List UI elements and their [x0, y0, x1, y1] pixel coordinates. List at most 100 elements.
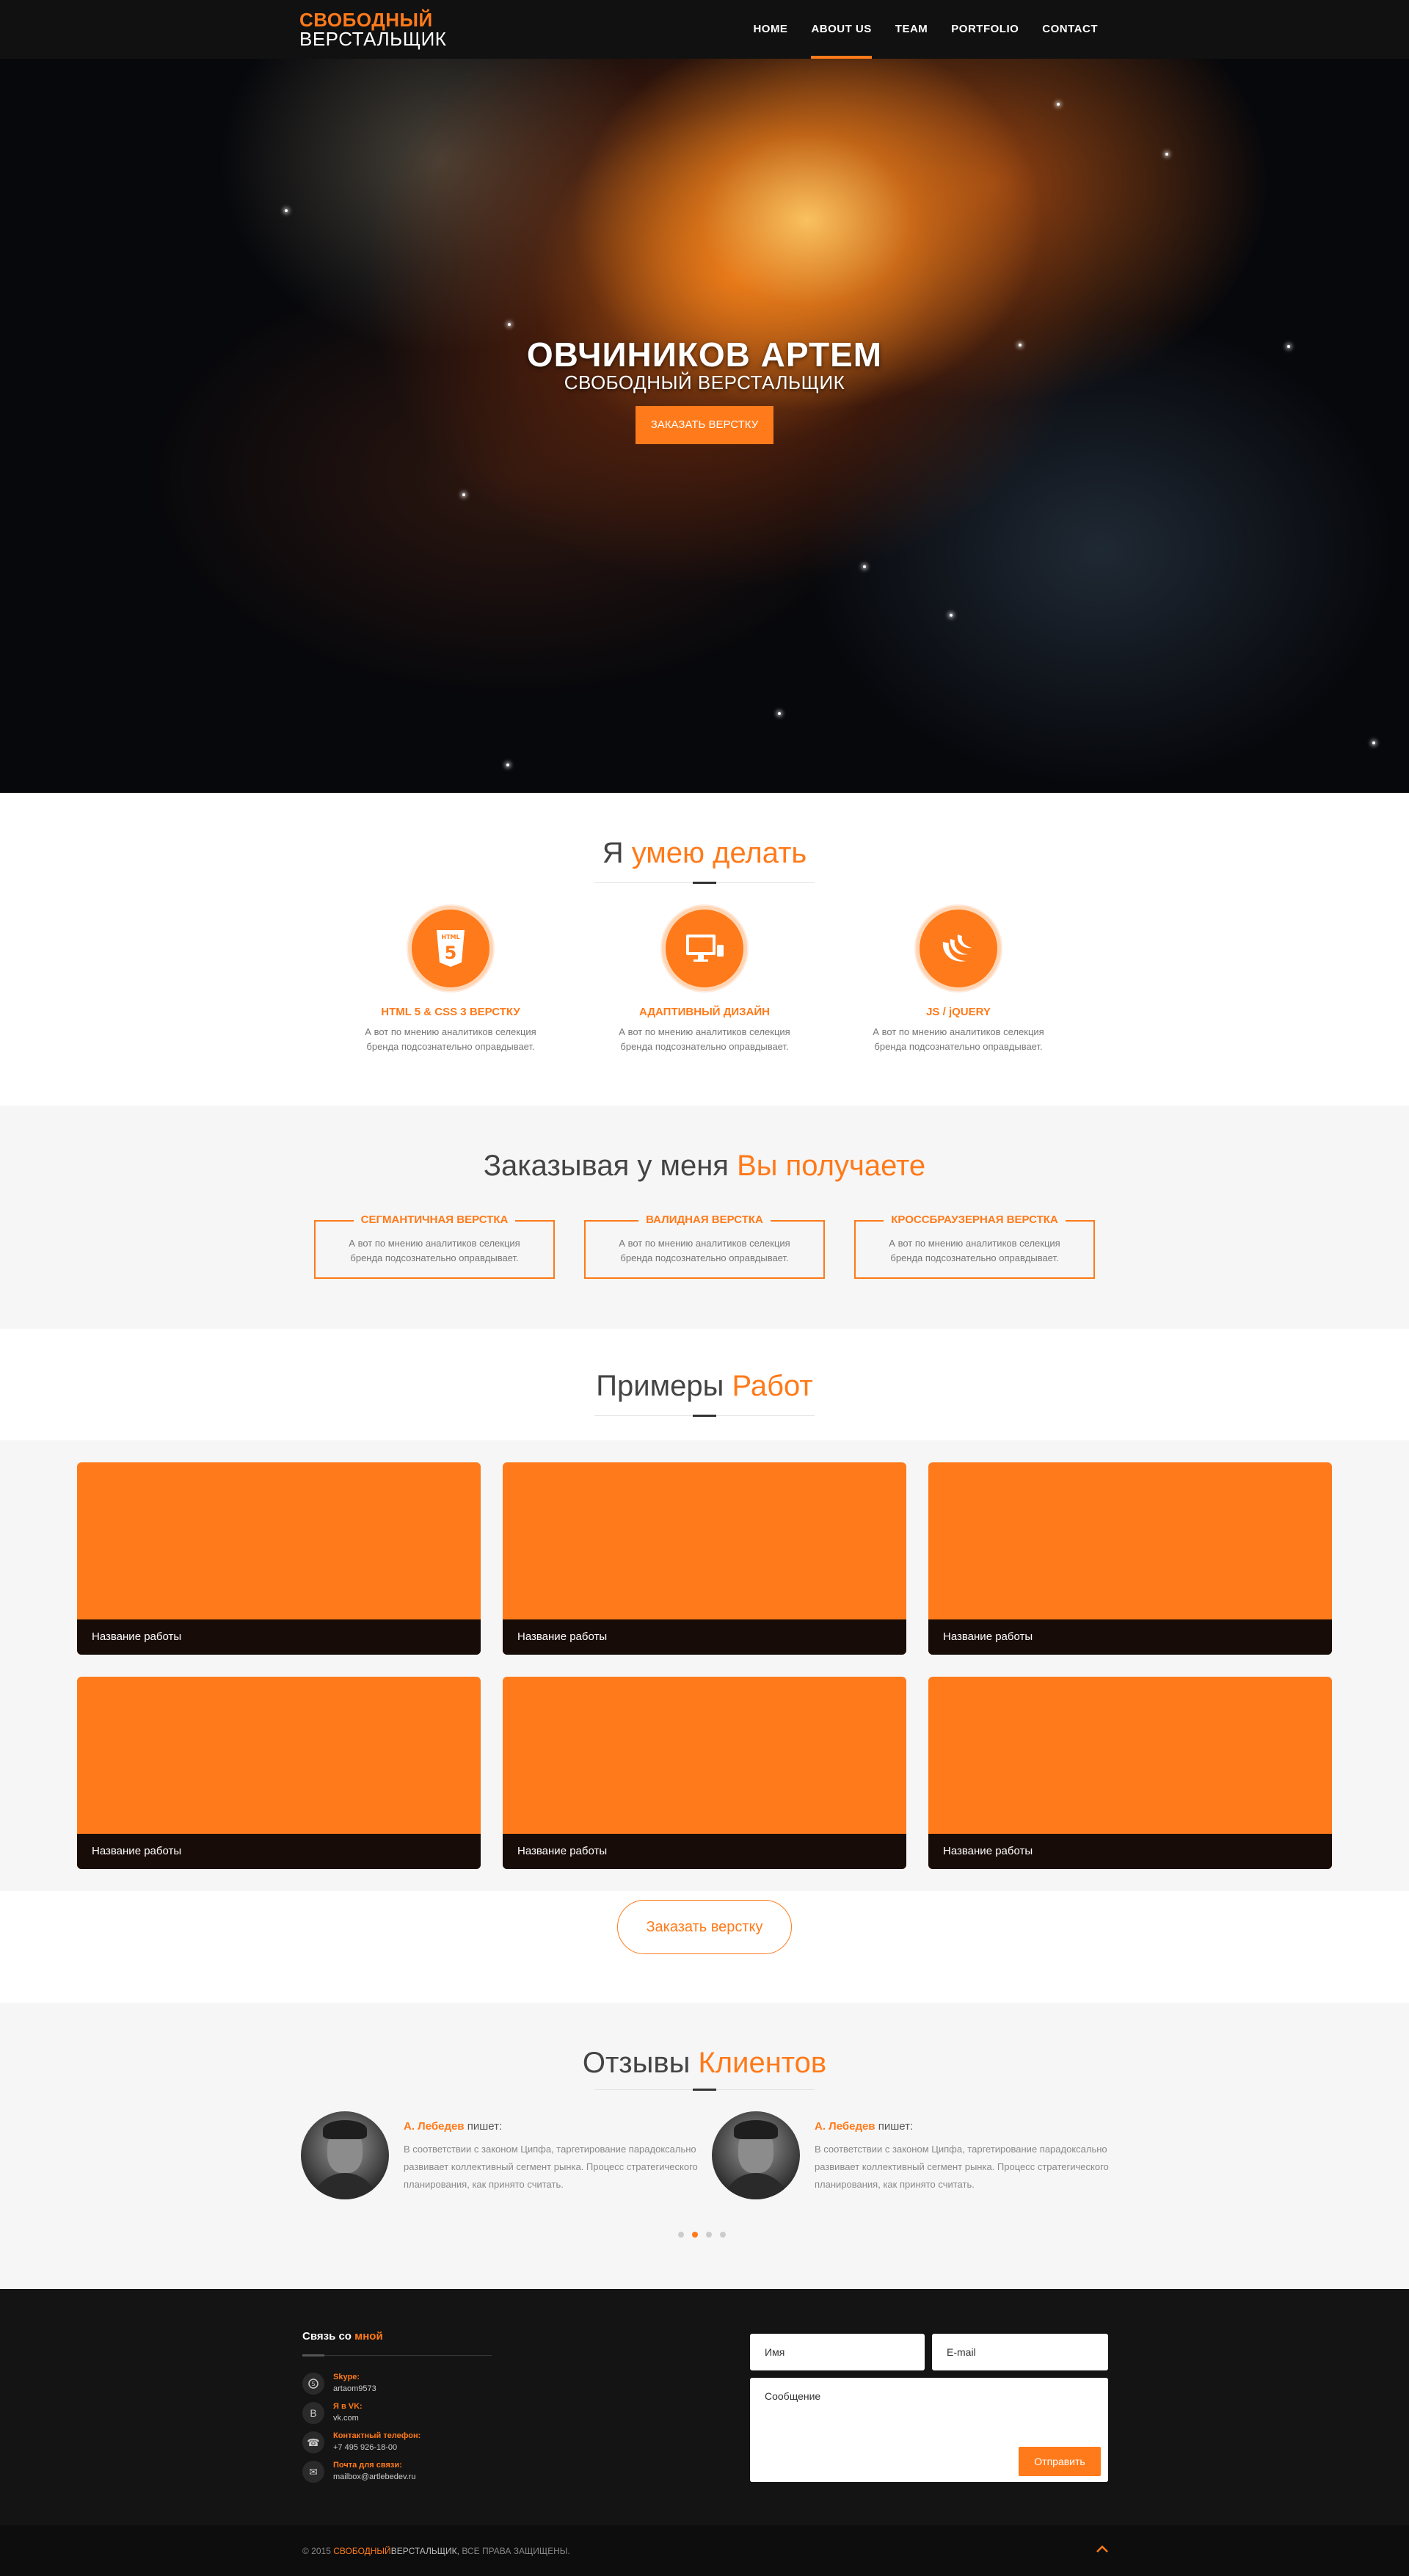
- order-layout-outline-button[interactable]: Заказать верстку: [617, 1900, 792, 1954]
- contact-label: Я в VK:: [333, 2402, 363, 2411]
- review-author-suffix: пишет:: [878, 2120, 914, 2133]
- monitor-icon: [662, 906, 747, 991]
- carousel-dot[interactable]: [720, 2232, 726, 2238]
- contact-value[interactable]: vk.com: [333, 2414, 359, 2423]
- skill-text: А вот по мнению аналитиков селекция брен…: [873, 1026, 1044, 1052]
- nav-item-team[interactable]: TEAM: [884, 0, 940, 59]
- star: [950, 614, 953, 617]
- portfolio-title-plain: Примеры: [596, 1370, 724, 1402]
- testimonials-title-accent: Клиентов: [698, 2047, 827, 2079]
- skill-title: АДАПТИВНЫЙ ДИЗАЙН: [638, 1006, 771, 1018]
- avatar-hair: [323, 2120, 367, 2139]
- review-author-name[interactable]: А. Лебедев: [404, 2120, 465, 2133]
- portfolio-card-title: Название работы: [503, 1619, 906, 1655]
- benefit-box: КРОССБРАУЗЕРНАЯ ВЕРСТКА А вот по мнению …: [854, 1213, 1095, 1279]
- main-nav: HOME ABOUT US TEAM PORTFOLIO CONTACT: [741, 0, 1110, 59]
- skill-title: JS / jQUERY: [926, 1006, 991, 1018]
- copyright-brand: СВОБОДНЫЙ: [333, 2546, 391, 2556]
- html5-icon: HTML 5: [408, 906, 493, 991]
- copyright-brand-rest: ВЕРСТАЛЬЩИК,: [390, 2546, 459, 2556]
- logo[interactable]: СВОБОДНЫЙ ВЕРСТАЛЬЩИК: [299, 10, 446, 48]
- testimonial-card: А. Лебедев пишет: В соответствии с закон…: [712, 2111, 1123, 2207]
- contact-label: Skype:: [333, 2373, 360, 2381]
- review-author-suffix: пишет:: [467, 2120, 503, 2133]
- carousel-dots: [678, 2232, 726, 2238]
- review-author: А. Лебедев пишет:: [404, 2120, 502, 2133]
- testimonials-title: Отзывы Клиентов: [0, 2047, 1409, 2080]
- skills-section: Я умею делать HTML 5 HTML 5 & CSS 3 ВЕРС…: [0, 793, 1409, 1106]
- hero-subtitle: СВОБОДНЫЙ ВЕРСТАЛЬЩИК: [564, 371, 845, 393]
- portfolio-title: Примеры Работ: [0, 1370, 1409, 1403]
- nav-item-contact[interactable]: CONTACT: [1030, 0, 1110, 59]
- avatar-body: [722, 2173, 790, 2199]
- star: [506, 763, 509, 766]
- avatar-hair: [734, 2120, 778, 2139]
- skills-title-plain: Я: [602, 837, 624, 869]
- benefit-text: А вот по мнению аналитиков селекция брен…: [349, 1238, 520, 1263]
- nav-item-portfolio[interactable]: PORTFOLIO: [939, 0, 1030, 59]
- portfolio-card[interactable]: Название работы: [503, 1462, 906, 1655]
- vk-icon[interactable]: B: [302, 2402, 324, 2424]
- benefits-title: Заказывая у меня Вы получаете: [0, 1150, 1409, 1183]
- phone-icon[interactable]: ☎: [302, 2431, 324, 2453]
- name-input[interactable]: Имя: [750, 2334, 925, 2370]
- benefits-title-accent: Вы получаете: [737, 1150, 926, 1182]
- portfolio-card[interactable]: Название работы: [503, 1677, 906, 1869]
- benefit-title: ВАЛИДНАЯ ВЕРСТКА: [638, 1213, 771, 1226]
- benefits-section: Заказывая у меня Вы получаете СЕГМАНТИЧН…: [0, 1106, 1409, 1329]
- star: [1165, 153, 1168, 156]
- email-input[interactable]: E-mail: [932, 2334, 1108, 2370]
- contact-label: Контактный телефон:: [333, 2431, 421, 2440]
- chevron-up-icon[interactable]: [1093, 2540, 1111, 2558]
- avatar-body: [311, 2173, 379, 2199]
- benefit-title-wrap: КРОССБРАУЗЕРНАЯ ВЕРСТКА: [856, 1213, 1093, 1227]
- svg-text:5: 5: [445, 943, 457, 963]
- hero-title: ОВЧИНИКОВ АРТЕМ: [526, 335, 883, 374]
- title-divider: [594, 882, 815, 884]
- title-divider: [594, 2089, 815, 2091]
- portfolio-card[interactable]: Название работы: [77, 1677, 481, 1869]
- portfolio-section: Название работы Название работы Название…: [0, 1440, 1409, 1891]
- benefits-title-plain: Заказывая у меня: [483, 1150, 729, 1182]
- site-header: СВОБОДНЫЙ ВЕРСТАЛЬЩИК HOME ABOUT US TEAM…: [0, 0, 1409, 59]
- logo-line2: ВЕРСТАЛЬЩИК: [299, 28, 447, 50]
- review-author-name[interactable]: А. Лебедев: [815, 2120, 875, 2133]
- nav-item-home[interactable]: HOME: [741, 0, 799, 59]
- contact-value[interactable]: artaom9573: [333, 2384, 376, 2393]
- carousel-dot[interactable]: [678, 2232, 684, 2238]
- benefit-title-wrap: ВАЛИДНАЯ ВЕРСТКА: [586, 1213, 823, 1227]
- skype-icon[interactable]: S: [302, 2373, 324, 2395]
- send-button[interactable]: Отправить: [1019, 2447, 1101, 2476]
- carousel-dot-active[interactable]: [692, 2232, 698, 2238]
- copyright-text: © 2015 СВОБОДНЫЙВЕРСТАЛЬЩИК, ВСЕ ПРАВА З…: [302, 2546, 570, 2556]
- avatar: [712, 2111, 800, 2199]
- benefit-title: СЕГМАНТИЧНАЯ ВЕРСТКА: [353, 1213, 516, 1226]
- contact-value[interactable]: mailbox@artlebedev.ru: [333, 2472, 415, 2481]
- contact-label: Почта для связи:: [333, 2461, 402, 2470]
- title-divider: [594, 1415, 815, 1417]
- contact-title: Связь со мной: [302, 2330, 383, 2343]
- mail-icon[interactable]: ✉: [302, 2461, 324, 2483]
- star: [285, 209, 288, 212]
- nav-item-about-us[interactable]: ABOUT US: [799, 0, 883, 59]
- skills-title-accent: умею делать: [631, 837, 807, 869]
- skill-title: HTML 5 & CSS 3 ВЕРСТКУ: [381, 1006, 520, 1018]
- svg-text:S: S: [311, 2381, 315, 2387]
- portfolio-card[interactable]: Название работы: [928, 1677, 1332, 1869]
- star: [462, 493, 465, 496]
- star: [1372, 741, 1375, 744]
- benefit-title-wrap: СЕГМАНТИЧНАЯ ВЕРСТКА: [316, 1213, 553, 1227]
- order-layout-button[interactable]: ЗАКАЗАТЬ ВЕРСТКУ: [636, 406, 773, 444]
- portfolio-card[interactable]: Название работы: [77, 1462, 481, 1655]
- carousel-dot[interactable]: [706, 2232, 712, 2238]
- copyright-year: © 2015: [302, 2546, 331, 2556]
- benefit-box: СЕГМАНТИЧНАЯ ВЕРСТКА А вот по мнению ана…: [314, 1213, 555, 1279]
- contact-section: Связь со мной S Skype: artaom9573 B Я в …: [0, 2289, 1409, 2525]
- avatar: [301, 2111, 389, 2199]
- contact-value[interactable]: +7 495 926-18-00: [333, 2443, 397, 2452]
- star: [778, 712, 781, 715]
- review-text: В соответствии с законом Ципфа, таргетир…: [815, 2144, 1109, 2190]
- portfolio-card[interactable]: Название работы: [928, 1462, 1332, 1655]
- skills-title: Я умею делать: [0, 837, 1409, 870]
- portfolio-card-title: Название работы: [77, 1834, 481, 1869]
